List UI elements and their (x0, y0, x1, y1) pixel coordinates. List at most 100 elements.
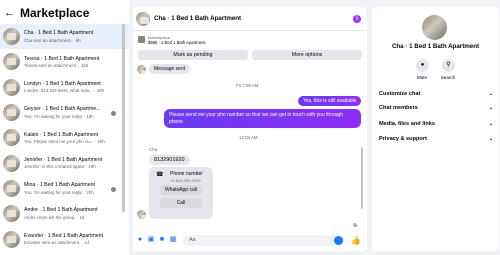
mute-label: Mute (416, 75, 428, 80)
customize-chat-label: Customize chat (379, 91, 421, 97)
conversation-name: Teresa · 1 Bed 1 Bath Apartment (24, 55, 100, 62)
chat-scrollbar[interactable] (361, 147, 363, 209)
conversation-item[interactable]: Jennifer · 1 Bed 1 Bath Apartment Jennife… (0, 150, 129, 175)
conversation-text: Evander · 1 Bed 1 Bath Apartment Evander … (24, 233, 124, 246)
sidebar-scrollbar[interactable] (122, 24, 125, 212)
seen-avatar (111, 110, 116, 116)
more-options-button[interactable]: More options (252, 50, 362, 60)
avatar (3, 179, 20, 197)
conversation-preview: Teresa sent an attachment. · 16h (24, 63, 89, 69)
conversation-info-pane: Cha · 1 Bed 1 Bath Apartment ● Mute ⚲ Se… (372, 7, 499, 251)
conversation-text: Cha · 1 Bed 1 Bath Apartment Cha sent an … (24, 30, 124, 43)
gif-icon[interactable]: ▦ (169, 236, 177, 244)
chevron-down-icon: ⌄ (488, 105, 493, 111)
sender-avatar (137, 65, 146, 74)
avatar (3, 129, 20, 147)
avatar (3, 154, 20, 172)
conversation-item[interactable]: Teresa · 1 Bed 1 Bath Apartment Teresa se… (0, 49, 129, 74)
conversation-preview: You: I'm waiting for your reply! · 19h (24, 113, 94, 119)
avatar (3, 205, 20, 223)
thumbs-up-icon[interactable]: 👍 (351, 236, 361, 245)
conversation-name: Kalani · 1 Bed 1 Bath Apartment (24, 131, 99, 138)
sidebar-title: Marketplace (20, 6, 90, 20)
timestamp: 12:03 AM (239, 135, 258, 140)
conversation-item[interactable]: Mina · 1 Bed 1 Bath Apartment You: I'm wa… (0, 176, 129, 201)
conversation-list: Cha · 1 Bed 1 Bath Apartment Cha sent an … (0, 24, 129, 252)
conversation-preview: Evander sent an attachment. · 1d (24, 240, 89, 246)
conversation-text: Mina · 1 Bed 1 Bath Apartment You: I'm wa… (24, 182, 124, 195)
customize-chat-row[interactable]: Customize chat ⌄ (379, 91, 493, 102)
profile-avatar[interactable] (422, 15, 447, 40)
conversation-text: Kalani · 1 Bed 1 Bath Apartment You: Plea… (24, 132, 124, 145)
avatar (3, 28, 20, 46)
emoji-icon[interactable] (334, 235, 343, 245)
arrow-left-icon[interactable]: ← (4, 7, 16, 19)
conversation-name: Geyser · 1 Bed 1 Bath Apartme... (24, 106, 101, 113)
info-icon[interactable]: i (353, 15, 361, 23)
message-sent-bubble: Message sent (149, 64, 191, 74)
conversation-sidebar: ← Marketplace Cha · 1 Bed 1 Bath Apartme… (0, 0, 129, 255)
seen-avatar (111, 186, 116, 192)
chat-title[interactable]: Cha · 1 Bed 1 Bath Apartment (154, 15, 241, 22)
chat-pane: Cha · 1 Bed 1 Bath Apartment i Marketpla… (133, 7, 367, 251)
conversation-preview: Andre Unon left the group. · 1d (24, 214, 85, 220)
conversation-text: Andre · 1 Bed 1 Bath Apartment Andre Unon… (24, 207, 124, 220)
seen-avatar (353, 223, 357, 227)
conversation-preview: Jennifer: is this a shared space · 19h (24, 164, 96, 170)
conversation-item[interactable]: Cha · 1 Bed 1 Bath Apartment Cha sent an … (0, 24, 129, 50)
conversation-text: Jennifer · 1 Bed 1 Bath Apartment Jennife… (24, 157, 124, 170)
media-files-label: Media, files and links (379, 121, 435, 127)
privacy-support-label: Privacy & support (379, 136, 427, 142)
sidebar-header: ← Marketplace (0, 2, 129, 24)
conversation-item[interactable]: Geyser · 1 Bed 1 Bath Apartme... You: I'm… (0, 100, 129, 125)
conversation-item[interactable]: Kalani · 1 Bed 1 Bath Apartment You: Plea… (0, 125, 129, 150)
listing-price[interactable]: $595 · 1 Bed 1 Bath Apartment (148, 40, 206, 45)
conversation-item[interactable]: Andre · 1 Bed 1 Bath Apartment Andre Unon… (0, 201, 129, 226)
mark-as-pending-button[interactable]: Mark as pending (138, 50, 248, 60)
chevron-down-icon: ⌄ (488, 136, 493, 142)
incoming-message: 8132901920 (149, 155, 190, 165)
image-icon[interactable]: ▣ (147, 236, 155, 244)
bell-icon[interactable]: ● (416, 59, 429, 72)
timestamp: Fri 7:05 AM (236, 83, 259, 88)
conversation-text: Teresa · 1 Bed 1 Bath Apartment Teresa se… (24, 56, 124, 69)
whatsapp-call-button[interactable]: WhatsApp call (160, 185, 202, 195)
chat-avatar[interactable] (136, 11, 150, 26)
sticker-icon[interactable]: ■ (158, 236, 166, 244)
microphone-icon[interactable]: ● (136, 236, 144, 244)
profile-name: Cha · 1 Bed 1 Bath Apartment (391, 43, 480, 50)
phone-value: +1 813-290-1920 (170, 178, 201, 183)
avatar (3, 53, 20, 71)
media-files-row[interactable]: Media, files and links ⌄ (379, 121, 493, 132)
conversation-text: Londyn · 1 Bed 1 Bath Apartment Londyn: 5… (24, 81, 124, 94)
message-thread: Message sent Fri 7:05 AM Yes, this is st… (133, 61, 367, 231)
avatar (3, 230, 20, 248)
conversation-name: Evander · 1 Bed 1 Bath Apartment (24, 232, 104, 239)
phone-label: Phone number (170, 171, 203, 177)
privacy-support-row[interactable]: Privacy & support ⌄ (379, 136, 493, 147)
conversation-text: Geyser · 1 Bed 1 Bath Apartme... You: I'm… (24, 106, 124, 119)
outgoing-message: Please send me your phn number so that w… (164, 109, 361, 128)
conversation-name: Jennifer · 1 Bed 1 Bath Apartment (24, 156, 103, 163)
message-input-placeholder: Aa (189, 236, 196, 243)
search-icon[interactable]: ⚲ (442, 59, 455, 72)
phone-card: ☎ Phone number +1 813-290-1920 WhatsApp … (149, 167, 213, 219)
conversation-name: Andre · 1 Bed 1 Bath Apartment (24, 207, 98, 214)
chat-members-row[interactable]: Chat members ⌄ (379, 105, 493, 116)
chevron-down-icon: ⌄ (488, 121, 493, 127)
call-button[interactable]: Call (160, 198, 202, 208)
conversation-item[interactable]: Londyn · 1 Bed 1 Bath Apartment Londyn: 5… (0, 75, 129, 100)
conversation-preview: You: I'm waiting for your reply! · 20h (24, 189, 94, 195)
chat-header: Cha · 1 Bed 1 Bath Apartment i (133, 7, 367, 31)
conversation-name: Mina · 1 Bed 1 Bath Apartment (24, 182, 95, 189)
composer-bar: ● ▣ ■ ▦ Aa 👍 (133, 229, 367, 251)
conversation-item[interactable]: Evander · 1 Bed 1 Bath Apartment Evander … (0, 226, 129, 251)
listing-thumbnail[interactable] (138, 36, 145, 43)
conversation-name: Cha · 1 Bed 1 Bath Apartment (24, 30, 94, 37)
sender-name: Cha (149, 147, 158, 152)
chat-members-label: Chat members (379, 105, 418, 111)
avatar (3, 104, 20, 122)
outgoing-message: Yes, this is still available (298, 96, 362, 106)
sender-avatar (137, 210, 146, 219)
message-input[interactable]: Aa (183, 234, 345, 246)
